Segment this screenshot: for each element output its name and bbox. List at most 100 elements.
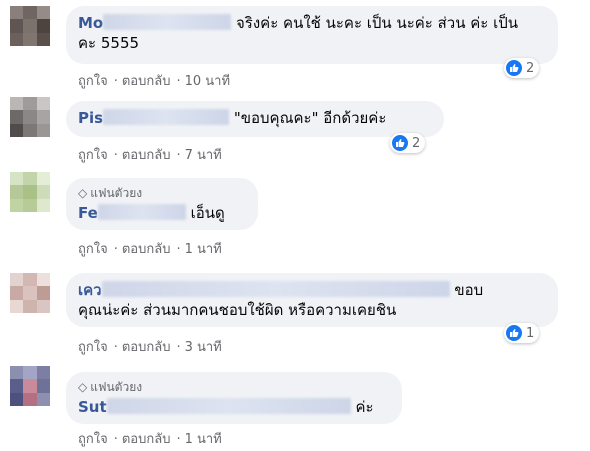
timestamp[interactable]: 1 นาที [185, 432, 222, 447]
avatar-pixel [10, 286, 24, 300]
comment-bubble: Mo จริงค่ะ คนใช้ นะคะ เป็น นะค่ะ ส่วน ค่… [66, 6, 558, 64]
comment-text: "ขอบคุณคะ" อีกด้วยค่ะ [233, 109, 387, 127]
avatar-pixel [23, 379, 37, 393]
avatar-pixel [36, 379, 50, 393]
avatar-pixel [36, 172, 50, 186]
comment-actions: ถูกใจ · ตอบกลับ · 1 นาที [78, 428, 224, 449]
reaction-count[interactable]: 2 [390, 133, 426, 153]
like-link[interactable]: ถูกใจ [78, 148, 108, 163]
separator: · [176, 432, 181, 447]
avatar-pixel [23, 392, 37, 406]
avatar-pixel [36, 392, 50, 406]
separator: · [113, 74, 118, 89]
separator: · [113, 148, 118, 163]
author-name[interactable]: Fe [78, 204, 98, 222]
avatar-pixel [36, 6, 50, 20]
separator: · [176, 242, 181, 257]
separator: · [113, 432, 118, 447]
reaction-number: 1 [526, 325, 535, 341]
comment-text: เอ็นดู [190, 204, 225, 222]
avatar-pixel [23, 198, 37, 212]
comment-bubble: Pis "ขอบคุณคะ" อีกด้วยค่ะ [66, 101, 444, 137]
avatar[interactable] [10, 366, 50, 406]
avatar-pixel [10, 185, 24, 199]
avatar-pixel [23, 32, 37, 46]
avatar-pixel [10, 97, 24, 111]
reaction-number: 2 [526, 60, 535, 76]
thumbs-up-icon [392, 135, 408, 151]
comment-actions: ถูกใจ · ตอบกลับ · 3 นาที [78, 336, 224, 357]
avatar-pixel [10, 123, 24, 137]
timestamp[interactable]: 1 นาที [185, 242, 222, 257]
avatar-pixel [23, 273, 37, 287]
avatar-pixel [36, 286, 50, 300]
avatar-pixel [10, 392, 24, 406]
like-link[interactable]: ถูกใจ [78, 74, 108, 89]
avatar-pixel [10, 366, 24, 380]
comment-text: จริงค่ะ คนใช้ นะคะ เป็น นะค่ะ ส่วน ค่ะ เ… [236, 14, 518, 32]
thumbs-up-icon [506, 325, 522, 341]
avatar-pixel [10, 32, 24, 46]
avatar-pixel [36, 299, 50, 313]
redacted-name [106, 398, 351, 414]
avatar-pixel [23, 19, 37, 33]
reply-link[interactable]: ตอบกลับ [122, 432, 171, 447]
like-link[interactable]: ถูกใจ [78, 432, 108, 447]
avatar-pixel [23, 366, 37, 380]
avatar[interactable] [10, 97, 50, 137]
reaction-count[interactable]: 1 [504, 323, 540, 343]
like-link[interactable]: ถูกใจ [78, 242, 108, 257]
redacted-name [97, 204, 186, 220]
timestamp[interactable]: 3 นาที [185, 340, 222, 355]
redacted-name [103, 109, 230, 125]
like-link[interactable]: ถูกใจ [78, 340, 108, 355]
author-name[interactable]: Pis [78, 109, 103, 127]
avatar-pixel [10, 273, 24, 287]
comment-bubble: ◇ แฟนตัวยง Fe เอ็นดู [66, 178, 258, 230]
separator: · [113, 242, 118, 257]
author-name[interactable]: Mo [78, 14, 103, 32]
avatar-pixel [23, 6, 37, 20]
comment-actions: ถูกใจ · ตอบกลับ · 10 นาที [78, 70, 232, 91]
avatar-pixel [10, 110, 24, 124]
author-name[interactable]: เคว [78, 281, 102, 299]
comment-bubble: เคว ขอบ คุณน่ะค่ะ ส่วนมากคนชอบใช้ผิด หรื… [66, 273, 558, 327]
top-fan-badge[interactable]: แฟนตัวยง [90, 380, 142, 394]
avatar-pixel [10, 379, 24, 393]
redacted-name [103, 14, 232, 30]
avatar-pixel [10, 19, 24, 33]
avatar[interactable] [10, 273, 50, 313]
comment-bubble: ◇ แฟนตัวยง Sut ค่ะ [66, 372, 402, 424]
reaction-count[interactable]: 2 [504, 58, 540, 78]
top-fan-badge[interactable]: แฟนตัวยง [90, 186, 142, 200]
separator: · [176, 74, 181, 89]
avatar-pixel [36, 273, 50, 287]
avatar-pixel [36, 185, 50, 199]
avatar-pixel [23, 123, 37, 137]
redacted-text [101, 281, 450, 297]
separator: · [176, 148, 181, 163]
timestamp[interactable]: 7 นาที [185, 148, 222, 163]
reply-link[interactable]: ตอบกลับ [122, 242, 171, 257]
comment-text: ขอบ [454, 281, 484, 299]
avatar-pixel [23, 185, 37, 199]
avatar-pixel [23, 97, 37, 111]
avatar-pixel [36, 97, 50, 111]
reaction-number: 2 [412, 135, 421, 151]
reply-link[interactable]: ตอบกลับ [122, 74, 171, 89]
reply-link[interactable]: ตอบกลับ [122, 148, 171, 163]
avatar-pixel [36, 123, 50, 137]
comment-actions: ถูกใจ · ตอบกลับ · 1 นาที [78, 238, 224, 259]
timestamp[interactable]: 10 นาที [185, 74, 230, 89]
avatar-pixel [36, 110, 50, 124]
reply-link[interactable]: ตอบกลับ [122, 340, 171, 355]
diamond-icon: ◇ [78, 380, 88, 394]
avatar-pixel [36, 19, 50, 33]
author-name[interactable]: Sut [78, 398, 107, 416]
comment-text: ค่ะ [355, 398, 374, 416]
avatar-pixel [36, 366, 50, 380]
avatar[interactable] [10, 6, 50, 46]
avatar-pixel [23, 172, 37, 186]
avatar-pixel [23, 286, 37, 300]
avatar[interactable] [10, 172, 50, 212]
